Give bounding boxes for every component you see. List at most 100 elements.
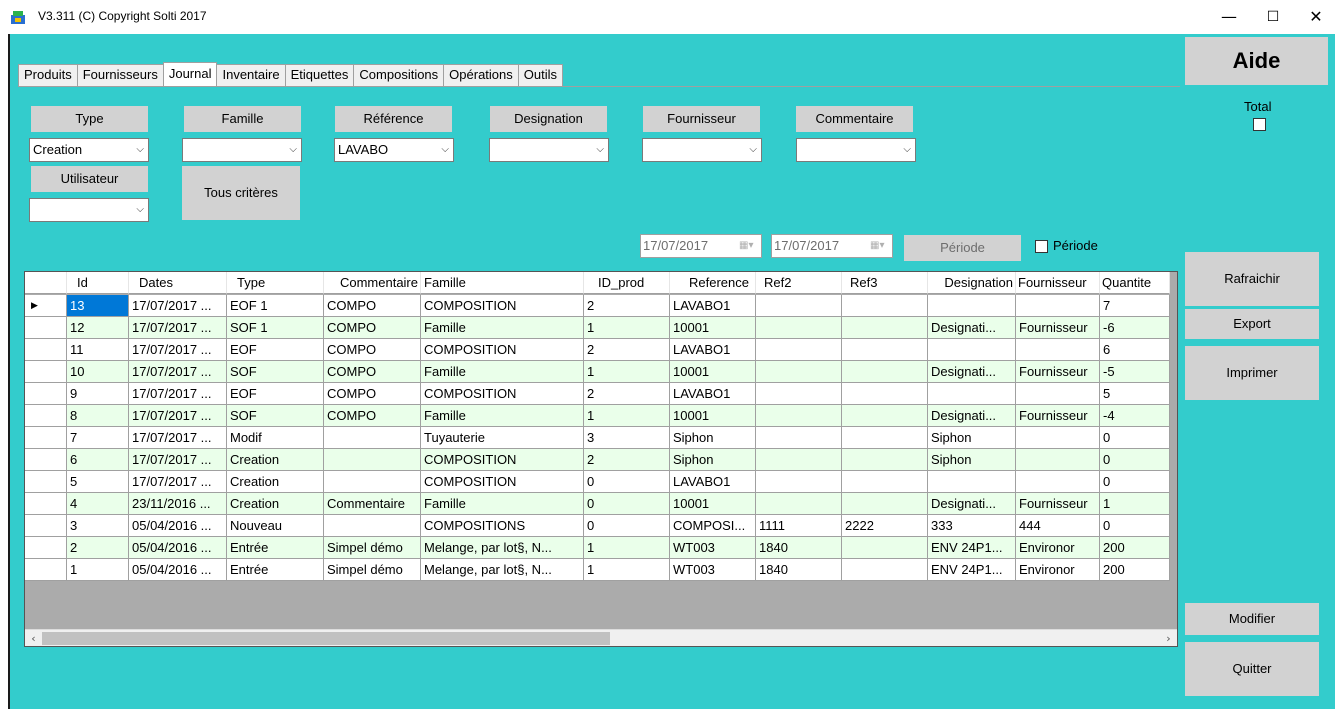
cell-ref2[interactable] bbox=[756, 317, 842, 339]
cell-fournisseur[interactable]: 444 bbox=[1016, 515, 1100, 537]
cell-reference[interactable]: WT003 bbox=[670, 537, 756, 559]
cell-famille[interactable]: Melange, par lot§, N... bbox=[421, 559, 584, 581]
utilisateur-select[interactable]: ⌵ bbox=[29, 198, 149, 222]
cell-id[interactable]: 13 bbox=[67, 295, 129, 317]
cell-reference[interactable]: LAVABO1 bbox=[670, 383, 756, 405]
cell-commentaire[interactable]: COMPO bbox=[324, 405, 421, 427]
cell-commentaire[interactable]: COMPO bbox=[324, 295, 421, 317]
cell-ref3[interactable] bbox=[842, 559, 928, 581]
cell-ref3[interactable] bbox=[842, 427, 928, 449]
cell-type[interactable]: SOF 1 bbox=[227, 317, 324, 339]
column-header-designation[interactable]: Designation bbox=[928, 272, 1016, 294]
cell-famille[interactable]: Famille bbox=[421, 493, 584, 515]
cell-quantite[interactable]: 1 bbox=[1100, 493, 1170, 515]
cell-commentaire[interactable]: COMPO bbox=[324, 383, 421, 405]
cell-id-prod[interactable]: 2 bbox=[584, 295, 670, 317]
cell-dates[interactable]: 17/07/2017 ... bbox=[129, 427, 227, 449]
date-to-field[interactable]: 17/07/2017 ▦▾ bbox=[771, 234, 893, 258]
cell-fournisseur[interactable]: Fournisseur bbox=[1016, 405, 1100, 427]
cell-ref2[interactable] bbox=[756, 361, 842, 383]
cell-id-prod[interactable]: 0 bbox=[584, 515, 670, 537]
column-header-dates[interactable]: Dates bbox=[129, 272, 227, 294]
close-button[interactable]: ✕ bbox=[1296, 6, 1335, 28]
cell-ref3[interactable] bbox=[842, 339, 928, 361]
cell-ref2[interactable]: 1840 bbox=[756, 537, 842, 559]
cell-famille[interactable]: COMPOSITION bbox=[421, 339, 584, 361]
cell-quantite[interactable]: 0 bbox=[1100, 471, 1170, 493]
cell-fournisseur[interactable] bbox=[1016, 383, 1100, 405]
cell-ref2[interactable] bbox=[756, 405, 842, 427]
cell-dates[interactable]: 17/07/2017 ... bbox=[129, 339, 227, 361]
cell-id-prod[interactable]: 2 bbox=[584, 339, 670, 361]
cell-ref3[interactable] bbox=[842, 493, 928, 515]
row-header[interactable] bbox=[25, 537, 67, 559]
cell-commentaire[interactable]: Simpel démo bbox=[324, 559, 421, 581]
row-header[interactable] bbox=[25, 559, 67, 581]
cell-commentaire[interactable]: COMPO bbox=[324, 339, 421, 361]
row-header[interactable] bbox=[25, 361, 67, 383]
cell-designation[interactable]: Siphon bbox=[928, 427, 1016, 449]
journal-grid[interactable]: Id Dates Type Commentaire Famille ID_prod Refe… bbox=[24, 271, 1178, 647]
cell-type[interactable]: Modif bbox=[227, 427, 324, 449]
cell-designation[interactable]: Siphon bbox=[928, 449, 1016, 471]
cell-id[interactable]: 3 bbox=[67, 515, 129, 537]
maximize-button[interactable]: ☐ bbox=[1253, 6, 1293, 28]
cell-dates[interactable]: 17/07/2017 ... bbox=[129, 361, 227, 383]
cell-quantite[interactable]: -5 bbox=[1100, 361, 1170, 383]
cell-quantite[interactable]: 6 bbox=[1100, 339, 1170, 361]
cell-famille[interactable]: Melange, par lot§, N... bbox=[421, 537, 584, 559]
row-header[interactable] bbox=[25, 317, 67, 339]
cell-designation[interactable]: 333 bbox=[928, 515, 1016, 537]
periode-button[interactable]: Période bbox=[904, 235, 1021, 261]
cell-ref3[interactable] bbox=[842, 471, 928, 493]
cell-ref3[interactable]: 2222 bbox=[842, 515, 928, 537]
cell-ref2[interactable] bbox=[756, 449, 842, 471]
cell-designation[interactable]: Designati... bbox=[928, 405, 1016, 427]
cell-type[interactable]: Entrée bbox=[227, 559, 324, 581]
cell-famille[interactable]: Famille bbox=[421, 361, 584, 383]
row-header[interactable] bbox=[25, 427, 67, 449]
cell-id[interactable]: 4 bbox=[67, 493, 129, 515]
cell-commentaire[interactable]: COMPO bbox=[324, 317, 421, 339]
cell-type[interactable]: Creation bbox=[227, 493, 324, 515]
cell-dates[interactable]: 17/07/2017 ... bbox=[129, 317, 227, 339]
cell-ref3[interactable] bbox=[842, 405, 928, 427]
cell-reference[interactable]: WT003 bbox=[670, 559, 756, 581]
cell-dates[interactable]: 17/07/2017 ... bbox=[129, 471, 227, 493]
date-from-field[interactable]: 17/07/2017 ▦▾ bbox=[640, 234, 762, 258]
cell-designation[interactable] bbox=[928, 383, 1016, 405]
cell-type[interactable]: SOF bbox=[227, 361, 324, 383]
row-header[interactable] bbox=[25, 449, 67, 471]
cell-designation[interactable] bbox=[928, 471, 1016, 493]
cell-ref3[interactable] bbox=[842, 295, 928, 317]
cell-reference[interactable]: LAVABO1 bbox=[670, 471, 756, 493]
cell-reference[interactable]: LAVABO1 bbox=[670, 339, 756, 361]
cell-id-prod[interactable]: 1 bbox=[584, 317, 670, 339]
scroll-left-icon[interactable]: ‹ bbox=[25, 630, 42, 646]
cell-ref2[interactable]: 1840 bbox=[756, 559, 842, 581]
cell-id-prod[interactable]: 0 bbox=[584, 493, 670, 515]
tab-etiquettes[interactable]: Etiquettes bbox=[284, 64, 355, 86]
tab-outils[interactable]: Outils bbox=[517, 64, 563, 86]
cell-reference[interactable]: LAVABO1 bbox=[670, 295, 756, 317]
designation-select[interactable]: ⌵ bbox=[489, 138, 609, 162]
cell-type[interactable]: Creation bbox=[227, 449, 324, 471]
cell-type[interactable]: SOF bbox=[227, 405, 324, 427]
column-header-famille[interactable]: Famille bbox=[421, 272, 584, 294]
scrollbar-thumb[interactable] bbox=[42, 632, 610, 645]
cell-designation[interactable] bbox=[928, 295, 1016, 317]
cell-quantite[interactable]: 5 bbox=[1100, 383, 1170, 405]
cell-famille[interactable]: COMPOSITION bbox=[421, 449, 584, 471]
column-header-ref3[interactable]: Ref3 bbox=[842, 272, 928, 294]
horizontal-scrollbar[interactable]: ‹ › bbox=[25, 629, 1177, 646]
column-header-type[interactable]: Type bbox=[227, 272, 324, 294]
column-header-ref2[interactable]: Ref2 bbox=[756, 272, 842, 294]
cell-id[interactable]: 1 bbox=[67, 559, 129, 581]
current-row-arrow-icon[interactable]: ▶ bbox=[25, 295, 67, 317]
row-header[interactable] bbox=[25, 339, 67, 361]
cell-fournisseur[interactable] bbox=[1016, 471, 1100, 493]
cell-ref2[interactable]: 1111 bbox=[756, 515, 842, 537]
cell-ref2[interactable] bbox=[756, 295, 842, 317]
minimize-button[interactable]: — bbox=[1209, 6, 1249, 28]
cell-quantite[interactable]: -4 bbox=[1100, 405, 1170, 427]
